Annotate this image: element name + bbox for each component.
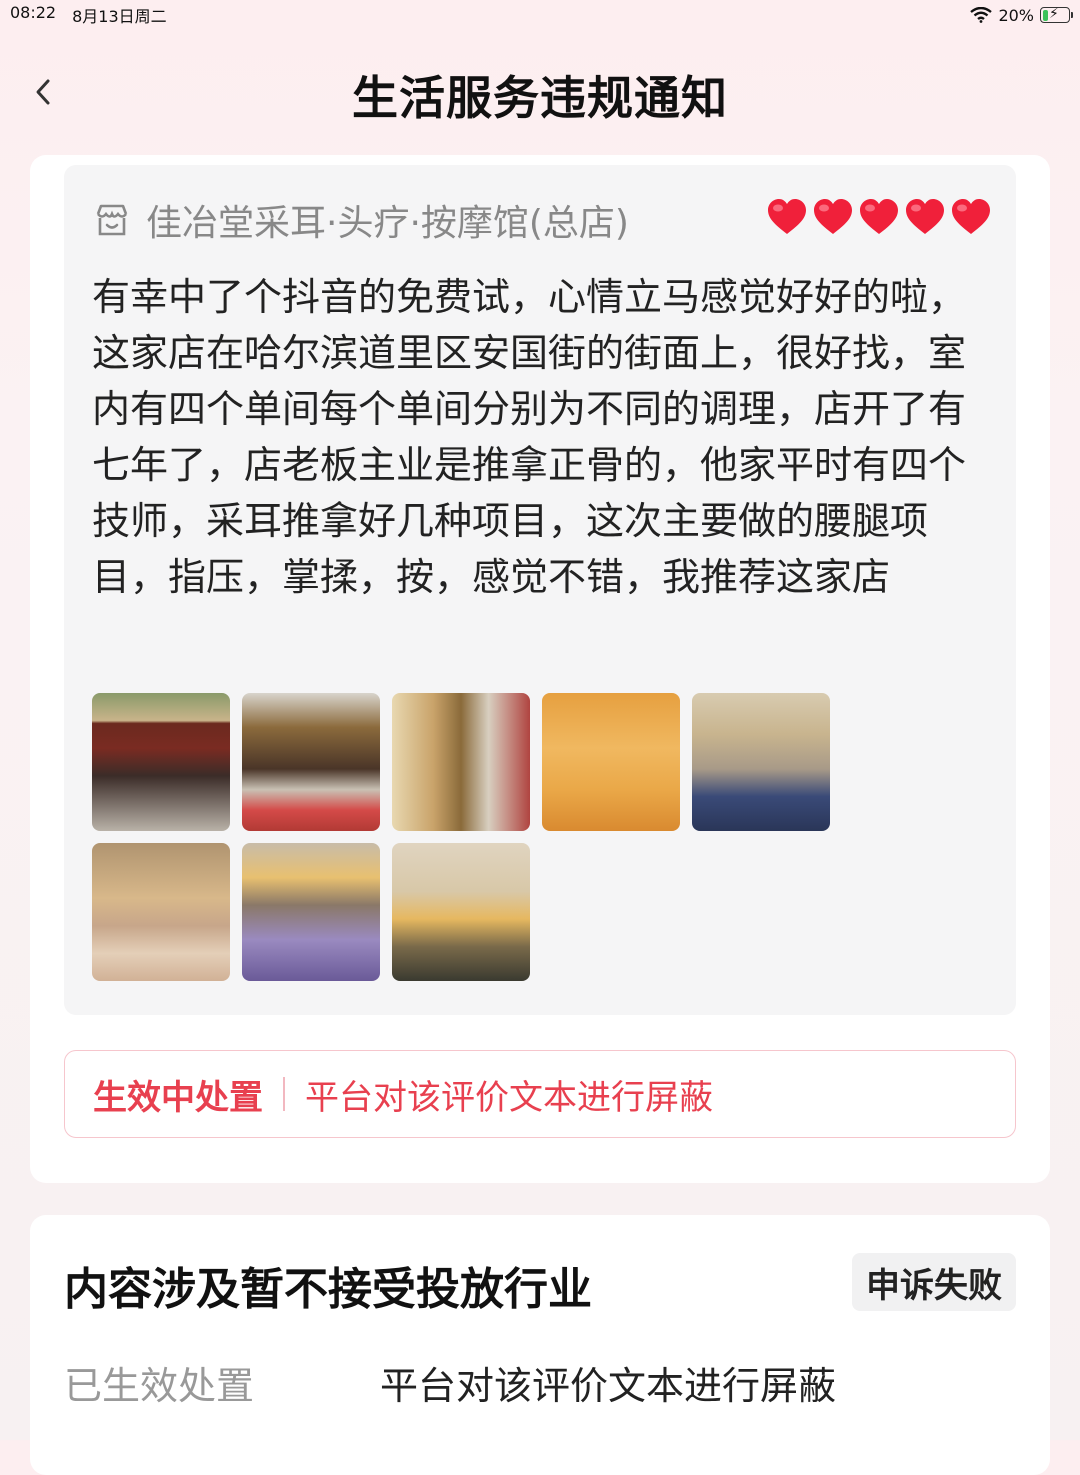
- review-text: 有幸中了个抖音的免费试，心情立马感觉好好的啦，这家店在哈尔滨道里区安国街的街面上…: [92, 275, 967, 599]
- status-bar: 08:22 8月13日周二 20% ⚡: [0, 0, 1080, 30]
- status-left: 08:22 8月13日周二: [10, 3, 167, 27]
- shop-icon: [96, 204, 128, 236]
- appeal-status-badge: 申诉失败: [852, 1253, 1016, 1311]
- review-card: 佳冶堂采耳·头疗·按摩馆(总店) 有幸中了个抖音的免费试，心情立马感觉好好的啦，…: [30, 155, 1050, 1183]
- heart-icon: [768, 199, 806, 234]
- review-photo[interactable]: [242, 693, 380, 831]
- review-photo[interactable]: [242, 843, 380, 981]
- action-status-value: 平台对该评价文本进行屏蔽: [305, 1077, 713, 1118]
- action-status-box: 生效中处置 平台对该评价文本进行屏蔽: [64, 1050, 1016, 1138]
- battery-fill: [1042, 9, 1048, 21]
- review-photo[interactable]: [92, 693, 230, 831]
- page-title: 生活服务违规通知: [352, 71, 728, 125]
- status-date: 8月13日周二: [72, 7, 167, 26]
- photo-grid: [92, 693, 832, 981]
- violation-card: 内容涉及暂不接受投放行业 申诉失败 已生效处置 平台对该评价文本进行屏蔽: [30, 1215, 1050, 1475]
- status-time: 08:22: [10, 3, 57, 22]
- heart-icon: [814, 199, 852, 234]
- rating-hearts: [766, 197, 992, 237]
- chevron-left-icon: [36, 79, 50, 105]
- action-status-label: 生效中处置: [93, 1077, 263, 1118]
- battery-percent: 20%: [998, 5, 1034, 25]
- applied-action-label: 已生效处置: [64, 1364, 255, 1408]
- nav-bar: 生活服务违规通知: [0, 50, 1080, 140]
- review-box[interactable]: 佳冶堂采耳·头疗·按摩馆(总店) 有幸中了个抖音的免费试，心情立马感觉好好的啦，…: [64, 165, 1016, 1015]
- shop-name: 佳冶堂采耳·头疗·按摩馆(总店): [146, 203, 629, 244]
- violation-reason: 内容涉及暂不接受投放行业: [64, 1264, 592, 1315]
- battery-icon: ⚡: [1040, 6, 1073, 23]
- shop-row: 佳冶堂采耳·头疗·按摩馆(总店): [92, 195, 992, 245]
- heart-icon: [906, 199, 944, 234]
- back-button[interactable]: [28, 72, 58, 112]
- applied-action-value: 平台对该评价文本进行屏蔽: [380, 1364, 837, 1408]
- heart-icon: [860, 199, 898, 234]
- review-photo[interactable]: [392, 693, 530, 831]
- review-photo[interactable]: [692, 693, 830, 831]
- review-photo[interactable]: [92, 843, 230, 981]
- charging-bolt-icon: ⚡: [1049, 6, 1059, 22]
- heart-icon: [952, 199, 990, 234]
- review-photo[interactable]: [392, 843, 530, 981]
- review-photo[interactable]: [542, 693, 680, 831]
- divider: [283, 1077, 285, 1111]
- wifi-icon: [970, 7, 993, 23]
- status-right: 20% ⚡: [970, 5, 1073, 25]
